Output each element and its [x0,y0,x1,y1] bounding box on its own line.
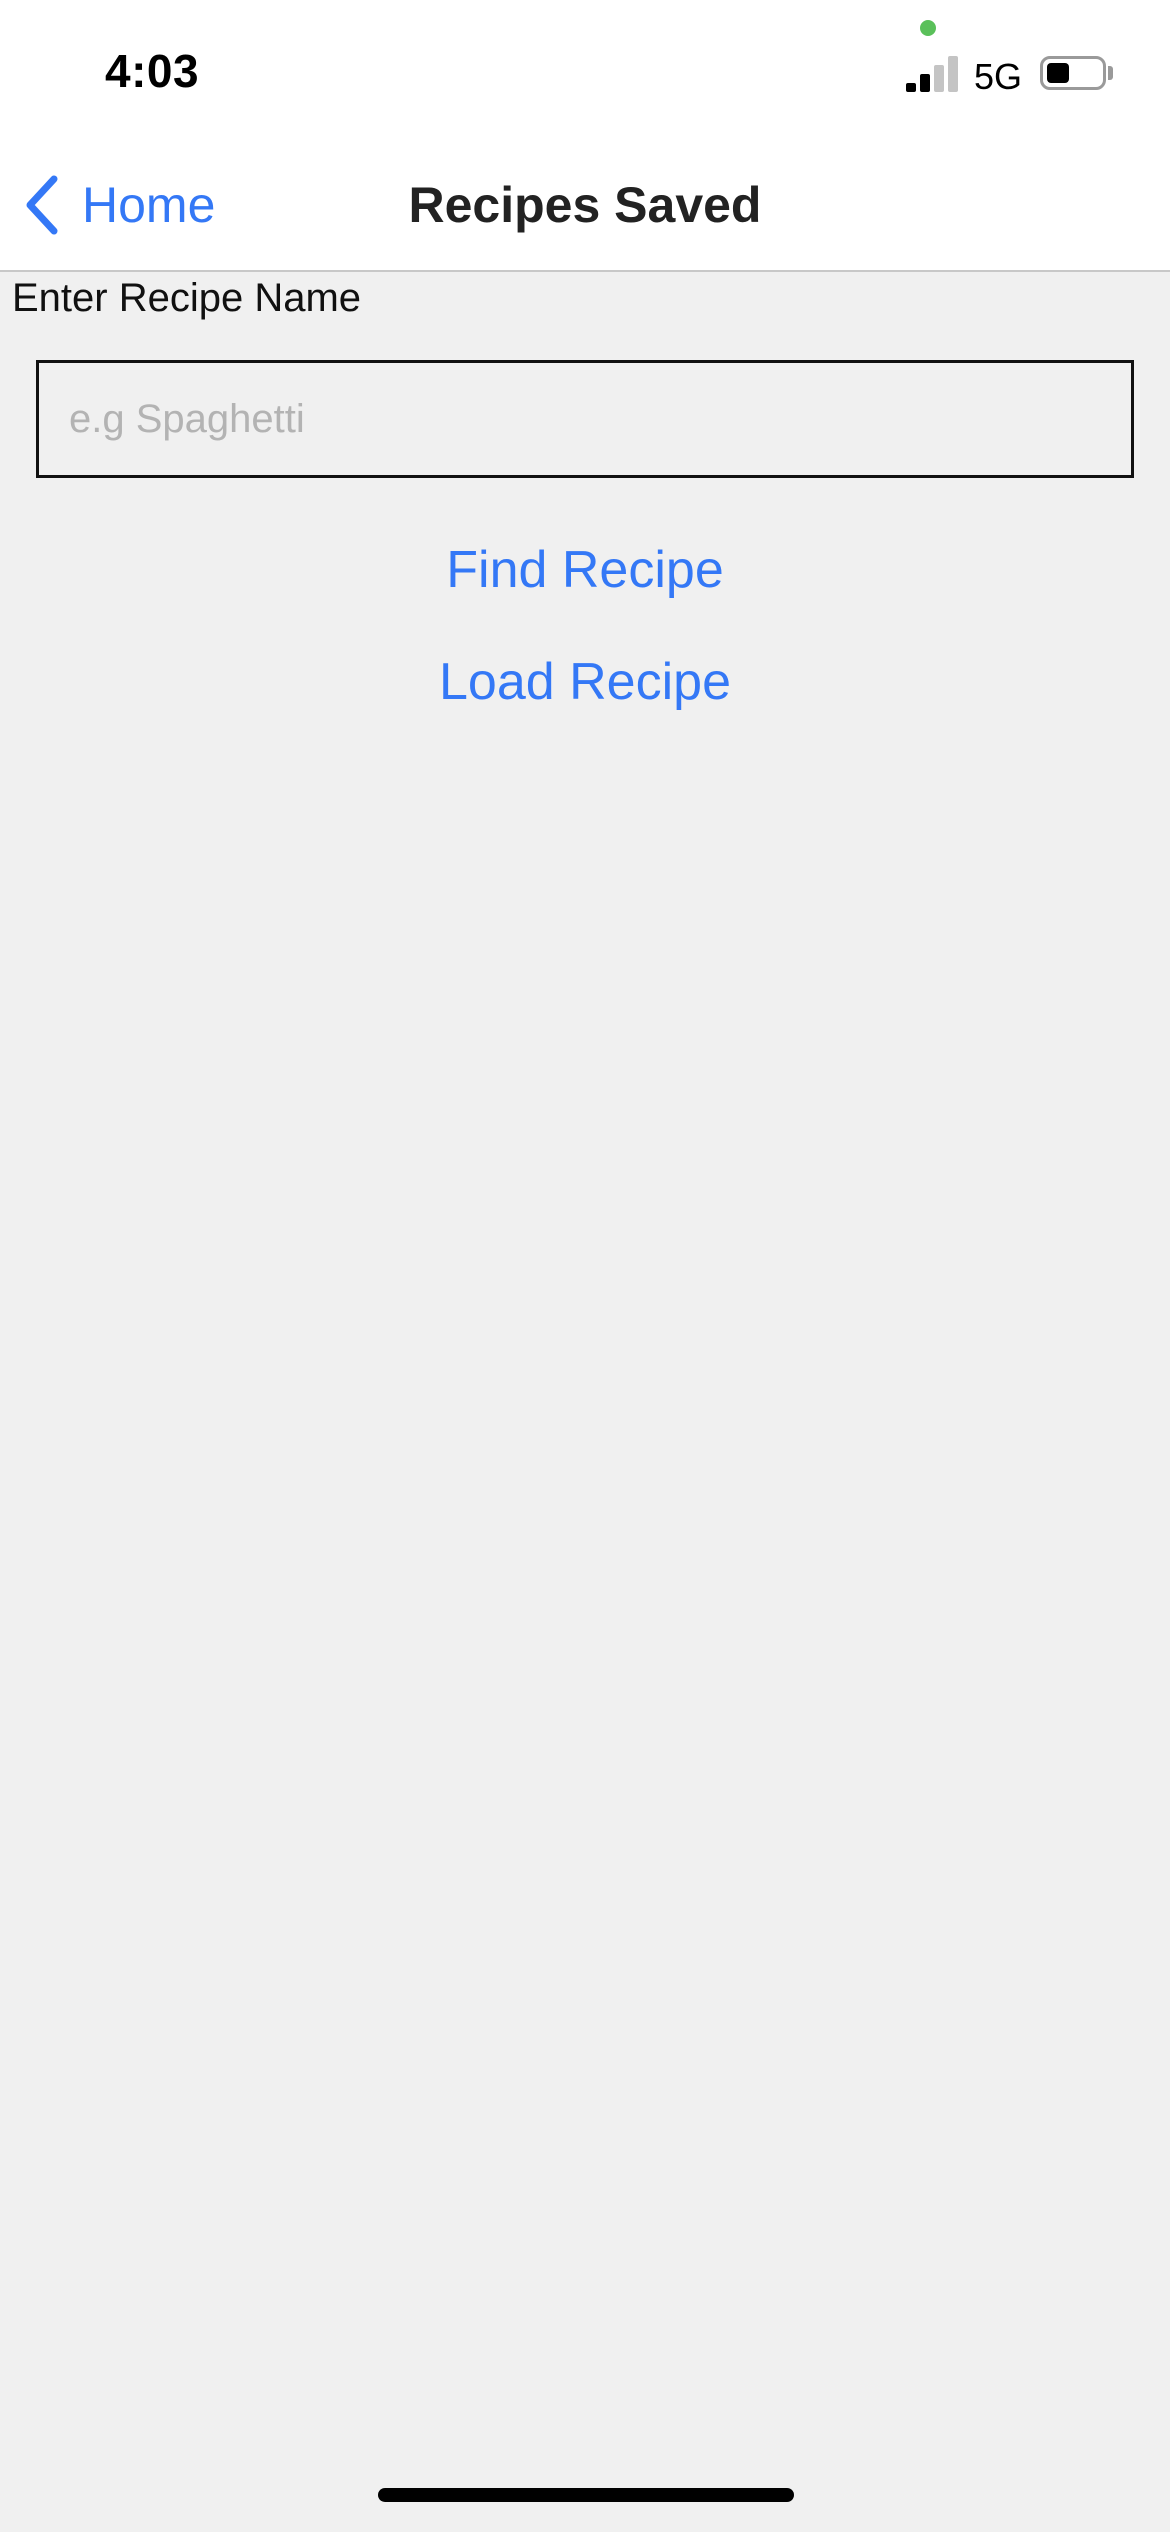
recipe-name-input[interactable] [36,360,1134,478]
status-bar: 4:03 5G [0,0,1170,130]
recipe-name-label: Enter Recipe Name [12,276,362,320]
find-recipe-button[interactable]: Find Recipe [0,540,1170,600]
network-type: 5G [974,56,1023,97]
mic-indicator-icon [920,20,936,36]
navigation-bar: Home Recipes Saved [0,130,1170,272]
status-time: 4:03 [105,45,200,97]
signal-bar [920,74,930,92]
signal-bar [934,65,944,92]
battery-icon [1040,56,1106,90]
cellular-signal-icon [906,56,962,92]
signal-bar [948,56,958,92]
battery-level-fill [1047,63,1069,83]
signal-bar [906,83,916,92]
page-title: Recipes Saved [408,177,762,233]
home-indicator[interactable] [378,2488,794,2502]
battery-tip [1108,66,1113,80]
load-recipe-button[interactable]: Load Recipe [0,652,1170,712]
